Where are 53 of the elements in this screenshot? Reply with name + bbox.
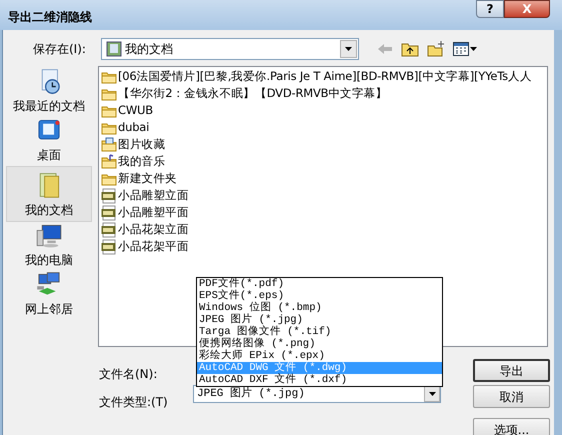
computer-icon (35, 222, 63, 249)
file-type-option[interactable]: Targa 图像文件 (*.tif) (197, 326, 442, 338)
file-item[interactable]: CWUB (101, 102, 547, 119)
image-file-icon (101, 204, 117, 220)
places-label: 我最近的文档 (13, 98, 85, 115)
places-item[interactable]: 我的文档 (6, 166, 92, 222)
file-type-option[interactable]: EPS文件(*.eps) (197, 290, 442, 302)
help-button[interactable]: ? (476, 0, 504, 18)
file-type-option[interactable]: PDF文件(*.pdf) (197, 278, 442, 290)
places-label: 桌面 (37, 147, 61, 164)
file-type-option[interactable]: JPEG 图片 (*.jpg) (197, 314, 442, 326)
file-item[interactable]: 小品雕塑平面 (101, 204, 547, 221)
file-item[interactable]: 我的音乐 (101, 153, 547, 170)
file-type-label: 文件类型:(T) (99, 394, 169, 411)
places-label: 我的文档 (25, 202, 73, 219)
image-file-icon (101, 188, 117, 204)
file-item[interactable]: 新建文件夹 (101, 170, 547, 187)
up-folder-icon[interactable] (401, 40, 419, 56)
caret-icon (345, 46, 352, 50)
file-item[interactable]: 小品雕塑立面 (101, 187, 547, 204)
music-folder-icon (101, 154, 117, 170)
file-type-option[interactable]: Windows 位图 (*.bmp) (197, 302, 442, 314)
file-type-option[interactable]: AutoCAD DXF 文件 (*.dxf) (197, 374, 442, 386)
file-item[interactable]: [06法国爱情片][巴黎,我爱你.Paris Je T Aime][BD-RMVB][中文字幕][YYeTs人人 (101, 68, 547, 85)
picture-folder-icon (101, 136, 117, 152)
new-folder-icon[interactable] (427, 40, 445, 56)
places-label: 我的电脑 (25, 252, 73, 269)
file-item[interactable]: 小品花架平面 (101, 238, 547, 255)
file-item[interactable]: dubai (101, 119, 547, 136)
image-file-icon (101, 238, 117, 254)
places-item[interactable]: 我最近的文档 (6, 68, 92, 117)
image-file-icon (101, 222, 117, 238)
documents-icon (106, 40, 122, 56)
file-item[interactable]: 小品花架立面 (101, 221, 547, 238)
file-type-option[interactable]: 便携网络图像 (*.png) (197, 338, 442, 350)
file-name-label: 文件名(N): (99, 366, 158, 383)
caret-icon (470, 46, 477, 50)
save-in-label: 保存在(I): (33, 40, 87, 58)
dialog-button[interactable]: 导出 (473, 359, 550, 382)
view-menu-icon[interactable] (453, 42, 477, 56)
window-title: 导出二维消隐线 (8, 9, 92, 26)
dialog-button[interactable]: 取消 (473, 385, 550, 408)
places-item[interactable]: 我的电脑 (6, 222, 92, 271)
caret-icon (428, 392, 436, 396)
file-type-option[interactable]: 彩绘大师 EPix (*.epx) (197, 350, 442, 362)
dialog-button[interactable]: 选项... (473, 418, 550, 435)
places-label: 网上邻居 (25, 301, 73, 318)
places-item[interactable]: 桌面 (6, 117, 92, 166)
file-item[interactable]: 图片收藏 (101, 136, 547, 153)
file-item[interactable]: 【华尔街2：金钱永不眠】【DVD-RMVB中文字幕】 (101, 85, 547, 102)
save-in-dropdown[interactable]: 我的文档 (101, 38, 359, 60)
places-item[interactable]: 网上邻居 (6, 271, 92, 320)
save-in-value: 我的文档 (125, 40, 173, 58)
